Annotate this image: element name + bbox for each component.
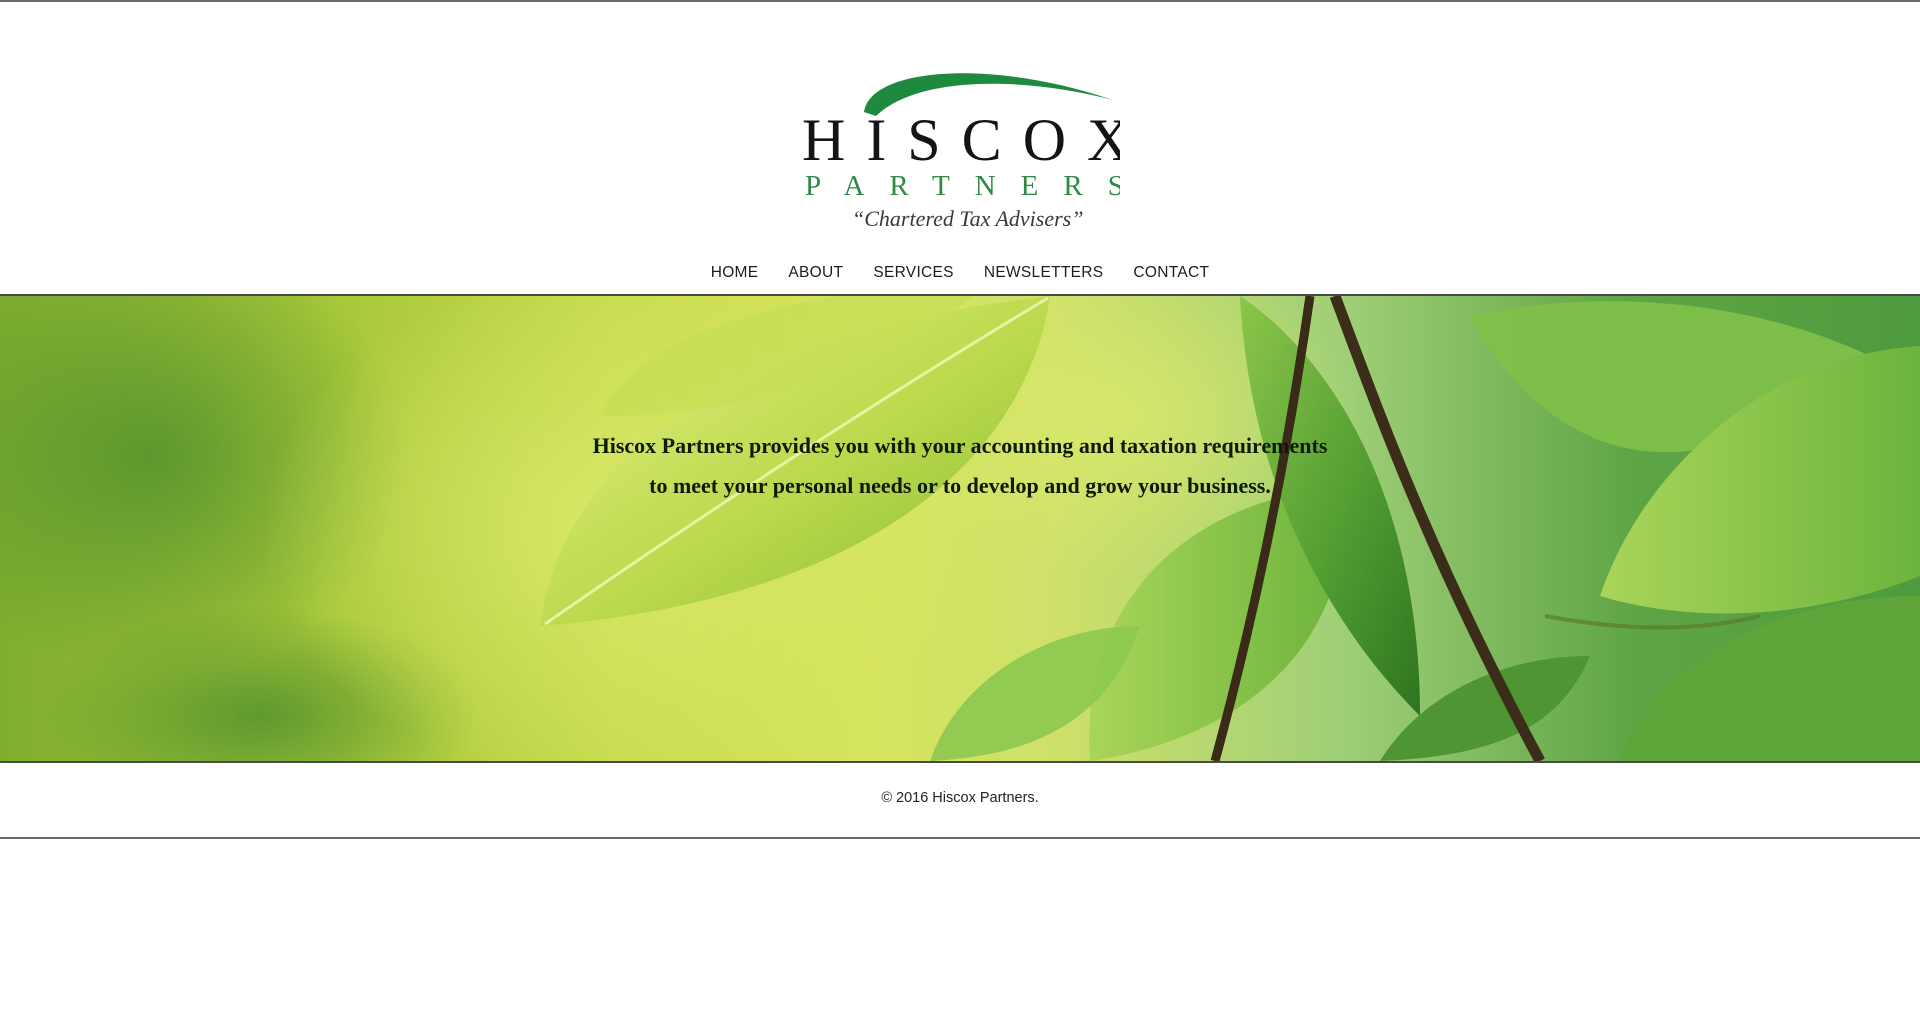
hero-banner: Hiscox Partners provides you with your a… [0, 294, 1920, 763]
logo-subname: PARTNERS [805, 170, 1120, 202]
nav-contact[interactable]: CONTACT [1118, 262, 1224, 284]
logo-tagline: “Chartered Tax Advisers” [852, 206, 1083, 231]
hero-tagline-line-2: to meet your personal needs or to develo… [649, 473, 1271, 498]
hero-tagline-line-1: Hiscox Partners provides you with your a… [592, 433, 1328, 458]
footer-divider [0, 837, 1920, 839]
nav-about[interactable]: ABOUT [773, 262, 858, 284]
logo-name: HISCOX [802, 107, 1120, 173]
page: HISCOX PARTNERS “Chartered Tax Advisers”… [0, 0, 1920, 1015]
nav-services[interactable]: SERVICES [858, 262, 969, 284]
leaves-background-image [0, 296, 1920, 761]
footer-copyright: © 2016 Hiscox Partners. [881, 790, 1039, 806]
top-divider [0, 0, 1920, 2]
main-nav: HOME ABOUT SERVICES NEWSLETTERS CONTACT [0, 262, 1920, 284]
logo[interactable]: HISCOX PARTNERS “Chartered Tax Advisers” [800, 60, 1120, 235]
hero-tagline: Hiscox Partners provides you with your a… [0, 426, 1920, 506]
nav-home[interactable]: HOME [696, 262, 774, 284]
nav-newsletters[interactable]: NEWSLETTERS [969, 262, 1119, 284]
